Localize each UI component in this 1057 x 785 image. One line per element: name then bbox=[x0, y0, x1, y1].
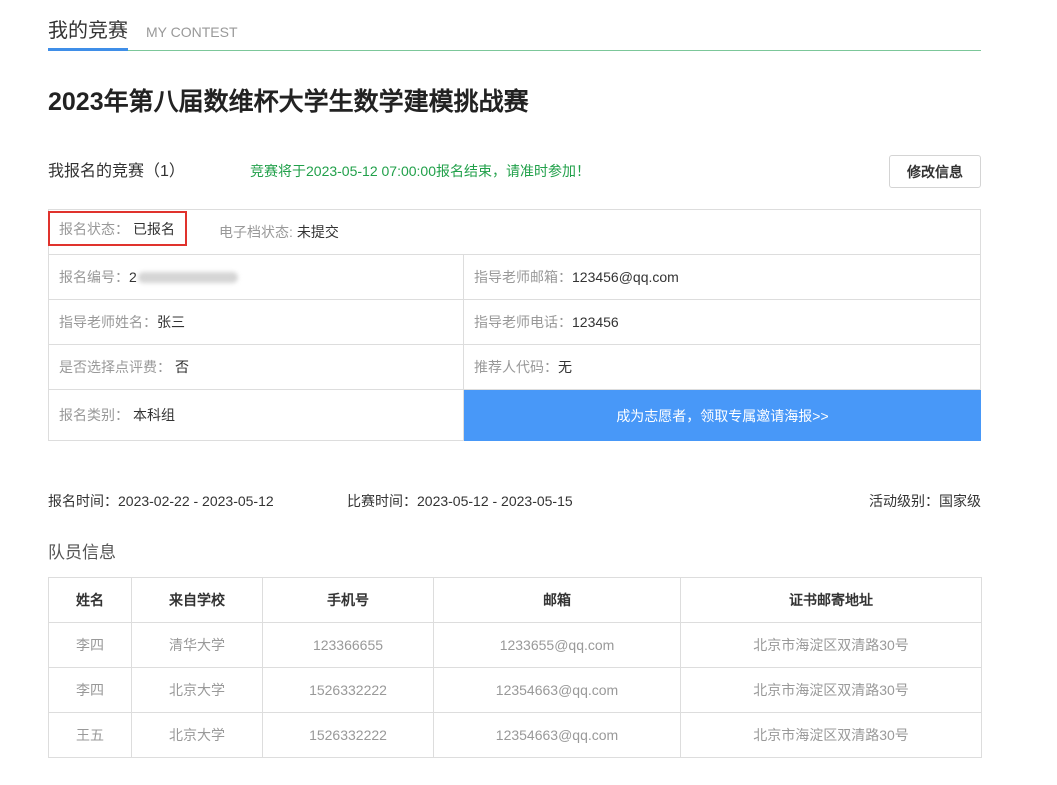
column-header-name: 姓名 bbox=[48, 577, 132, 623]
column-header-email: 邮箱 bbox=[433, 577, 681, 623]
redacted-value-blur bbox=[137, 271, 238, 283]
teacher-email-cell: 指导老师邮箱： 123456@qq.com bbox=[464, 255, 980, 299]
registration-period-label: 报名时间： bbox=[48, 493, 118, 509]
file-status-label: 电子档状态: bbox=[219, 224, 293, 240]
member-name: 王五 bbox=[48, 712, 132, 758]
member-phone: 123366655 bbox=[262, 622, 434, 668]
teacher-name-cell: 指导老师姓名： 张三 bbox=[49, 300, 464, 344]
member-email: 1233655@qq.com bbox=[433, 622, 681, 668]
activity-level: 活动级别：国家级 bbox=[869, 490, 981, 512]
member-address: 北京市海淀区双清路30号 bbox=[680, 667, 982, 713]
table-row: 李四 清华大学 123366655 1233655@qq.com 北京市海淀区双… bbox=[48, 622, 982, 668]
member-email: 12354663@qq.com bbox=[433, 667, 681, 713]
registration-period: 报名时间：2023-02-22 - 2023-05-12 bbox=[48, 490, 274, 512]
info-row: 报名类别： 本科组 成为志愿者，领取专属邀请海报>> bbox=[49, 390, 981, 441]
registration-status-value: 已报名 bbox=[133, 220, 175, 237]
member-school: 北京大学 bbox=[131, 712, 263, 758]
registration-period-value: 2023-02-22 - 2023-05-12 bbox=[118, 493, 274, 509]
member-name: 李四 bbox=[48, 622, 132, 668]
member-address: 北京市海淀区双清路30号 bbox=[680, 622, 982, 668]
member-address: 北京市海淀区双清路30号 bbox=[680, 712, 982, 758]
teacher-phone-cell: 指导老师电话： 123456 bbox=[464, 300, 980, 344]
category-value: 本科组 bbox=[133, 407, 175, 423]
member-name: 李四 bbox=[48, 667, 132, 713]
reg-no-value: 2 bbox=[129, 269, 137, 285]
registration-status-label: 报名状态： bbox=[59, 220, 129, 237]
review-fee-cell: 是否选择点评费： 否 bbox=[49, 345, 464, 389]
my-contest-page: 我的竞赛 MY CONTEST 2023年第八届数维杯大学生数学建模挑战赛 我报… bbox=[0, 0, 1057, 785]
activity-level-label: 活动级别： bbox=[869, 493, 939, 509]
member-email: 12354663@qq.com bbox=[433, 712, 681, 758]
team-members-table: 姓名 来自学校 手机号 邮箱 证书邮寄地址 李四 清华大学 123366655 … bbox=[48, 577, 982, 758]
registration-header: 我报名的竞赛（1） 竞赛将于2023-05-12 07:00:00报名结束，请准… bbox=[48, 155, 981, 188]
activity-level-value: 国家级 bbox=[939, 493, 981, 509]
tab-subtitle: MY CONTEST bbox=[146, 24, 238, 40]
column-header-address: 证书邮寄地址 bbox=[680, 577, 982, 623]
reg-no-label: 报名编号： bbox=[59, 269, 129, 285]
status-row: 报名状态： 已报名 电子档状态: 未提交 bbox=[48, 210, 980, 255]
registration-info-table: 报名状态： 已报名 电子档状态: 未提交 报名编号： 2 指导老师邮箱： 123… bbox=[48, 209, 981, 441]
contest-period-label: 比赛时间： bbox=[347, 493, 417, 509]
reg-no-cell: 报名编号： 2 bbox=[49, 255, 464, 299]
contest-meta: 报名时间：2023-02-22 - 2023-05-12 比赛时间：2023-0… bbox=[48, 490, 981, 512]
file-status: 电子档状态: 未提交 bbox=[219, 210, 339, 254]
category-label: 报名类别： bbox=[59, 407, 129, 423]
contest-period-value: 2023-05-12 - 2023-05-15 bbox=[417, 493, 573, 509]
teacher-name-label: 指导老师姓名： bbox=[59, 314, 157, 330]
teacher-name-value: 张三 bbox=[157, 314, 185, 330]
member-school: 北京大学 bbox=[131, 667, 263, 713]
table-row: 李四 北京大学 1526332222 12354663@qq.com 北京市海淀… bbox=[48, 667, 982, 713]
info-row: 报名编号： 2 指导老师邮箱： 123456@qq.com bbox=[49, 255, 980, 300]
teacher-email-value: 123456@qq.com bbox=[572, 269, 679, 285]
table-row: 王五 北京大学 1526332222 12354663@qq.com 北京市海淀… bbox=[48, 712, 982, 758]
contest-title: 2023年第八届数维杯大学生数学建模挑战赛 bbox=[48, 88, 529, 116]
file-status-value: 未提交 bbox=[296, 224, 339, 240]
column-header-school: 来自学校 bbox=[131, 577, 263, 623]
review-fee-value: 否 bbox=[175, 359, 189, 375]
registered-contests-heading: 我报名的竞赛（1） bbox=[48, 163, 185, 180]
team-section-title: 队员信息 bbox=[48, 543, 116, 562]
column-header-phone: 手机号 bbox=[262, 577, 434, 623]
info-row: 指导老师姓名： 张三 指导老师电话： 123456 bbox=[49, 300, 980, 345]
teacher-phone-label: 指导老师电话： bbox=[474, 314, 572, 330]
category-cell: 报名类别： 本科组 bbox=[49, 390, 464, 440]
member-phone: 1526332222 bbox=[262, 667, 434, 713]
tab-my-contest[interactable]: 我的竞赛 bbox=[48, 17, 128, 51]
teacher-phone-value: 123456 bbox=[572, 314, 619, 330]
info-row: 是否选择点评费： 否 推荐人代码： 无 bbox=[49, 345, 980, 390]
volunteer-poster-link[interactable]: 成为志愿者，领取专属邀请海报>> bbox=[464, 390, 981, 441]
deadline-notice: 竞赛将于2023-05-12 07:00:00报名结束，请准时参加！ bbox=[250, 163, 590, 179]
member-school: 清华大学 bbox=[131, 622, 263, 668]
edit-info-button[interactable]: 修改信息 bbox=[889, 155, 981, 188]
registration-status-highlight: 报名状态： 已报名 bbox=[48, 211, 187, 246]
page-header: 我的竞赛 MY CONTEST bbox=[48, 0, 981, 51]
member-phone: 1526332222 bbox=[262, 712, 434, 758]
referrer-code-value: 无 bbox=[558, 359, 572, 375]
teacher-email-label: 指导老师邮箱： bbox=[474, 269, 572, 285]
review-fee-label: 是否选择点评费： bbox=[59, 359, 171, 375]
referrer-code-cell: 推荐人代码： 无 bbox=[464, 345, 980, 389]
contest-period: 比赛时间：2023-05-12 - 2023-05-15 bbox=[347, 490, 573, 512]
table-header-row: 姓名 来自学校 手机号 邮箱 证书邮寄地址 bbox=[48, 577, 982, 623]
referrer-code-label: 推荐人代码： bbox=[474, 359, 558, 375]
